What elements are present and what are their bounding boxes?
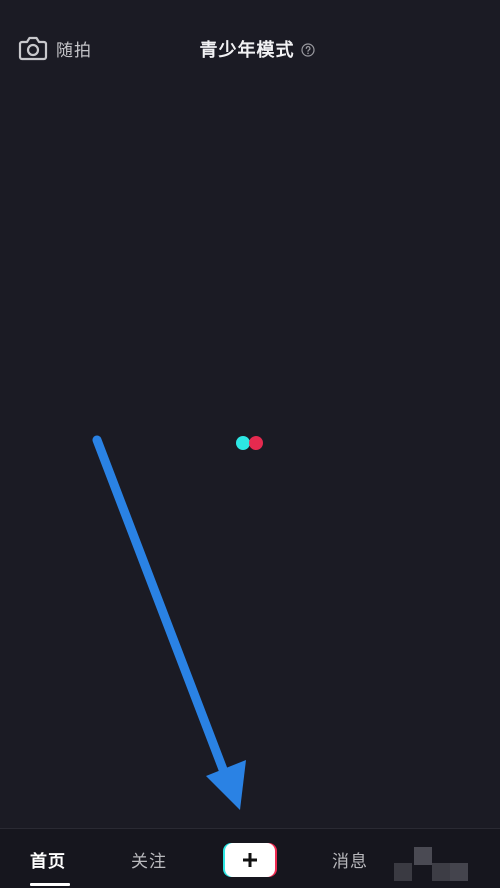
create-button-face xyxy=(225,843,275,877)
tab-home[interactable]: 首页 xyxy=(30,847,66,872)
tab-home-indicator xyxy=(30,883,70,886)
app-screen: 随拍 青少年模式 首页 关注 消息 xyxy=(0,0,500,888)
bottom-nav: 首页 关注 消息 xyxy=(0,828,500,888)
tab-me-obscured[interactable] xyxy=(372,829,500,888)
mode-title-group: 青少年模式 xyxy=(0,36,500,62)
plus-icon xyxy=(243,853,257,867)
loading-dot-cyan xyxy=(236,436,250,450)
loading-indicator xyxy=(236,436,264,450)
top-bar: 随拍 青少年模式 xyxy=(0,0,500,96)
pixel-block xyxy=(414,847,432,865)
pixel-block xyxy=(432,863,450,881)
loading-dot-red xyxy=(249,436,263,450)
tab-messages[interactable]: 消息 xyxy=(332,847,368,872)
pixel-block xyxy=(394,863,412,881)
pixel-block xyxy=(450,863,468,881)
question-circle-icon[interactable] xyxy=(300,42,315,57)
create-button[interactable] xyxy=(223,843,277,877)
tab-follow[interactable]: 关注 xyxy=(131,847,167,872)
page-title: 青少年模式 xyxy=(199,40,295,61)
